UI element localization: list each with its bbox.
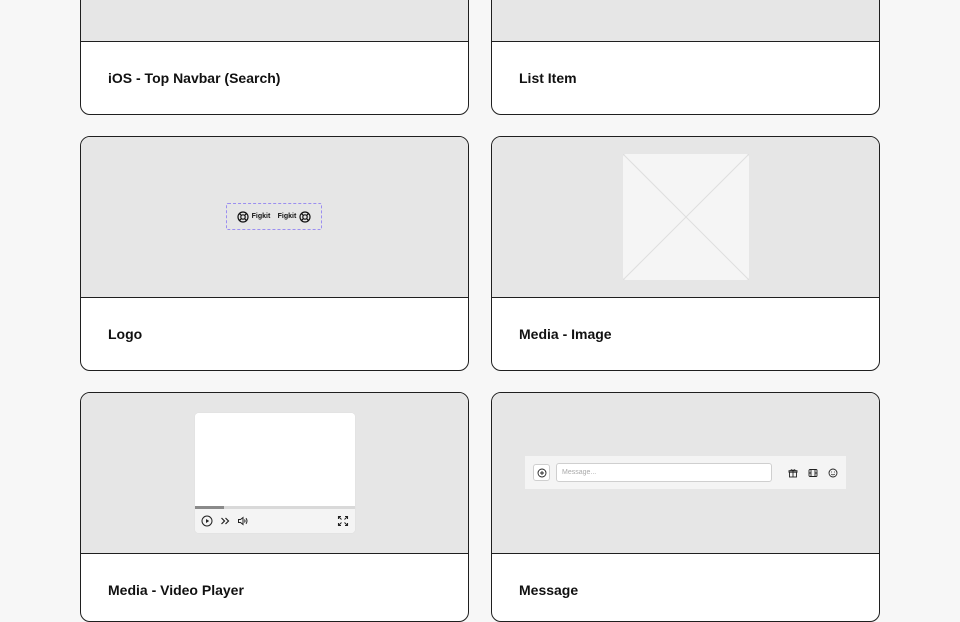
add-attachment-button[interactable] <box>533 464 550 481</box>
card-label: Media - Video Player <box>108 582 244 598</box>
message-composer <box>525 456 846 489</box>
card-ios-top-navbar-search[interactable]: iOS - Top Navbar (Search) <box>80 0 469 115</box>
video-screen[interactable] <box>195 413 355 507</box>
card-label: iOS - Top Navbar (Search) <box>108 70 281 86</box>
card-preview: Figkit Figkit <box>81 137 468 298</box>
card-list-item[interactable]: List Item <box>491 0 880 115</box>
play-icon[interactable] <box>201 515 213 527</box>
video-player[interactable] <box>195 413 355 533</box>
fullscreen-icon[interactable] <box>337 515 349 527</box>
card-preview <box>81 0 468 42</box>
card-message[interactable]: Message <box>491 392 880 622</box>
message-actions <box>788 468 838 478</box>
card-preview <box>81 393 468 554</box>
lifebuoy-icon <box>299 210 311 223</box>
video-controls <box>195 509 355 533</box>
logo-mark-left: Figkit <box>237 210 271 223</box>
film-icon[interactable] <box>808 468 818 478</box>
card-logo[interactable]: Figkit Figkit Logo <box>80 136 469 371</box>
logo-component[interactable]: Figkit Figkit <box>226 203 322 230</box>
card-media-video-player[interactable]: Media - Video Player <box>80 392 469 622</box>
card-preview <box>492 137 879 298</box>
logo-text: Figkit <box>251 213 271 220</box>
plus-circle-icon <box>537 468 546 477</box>
card-label: Logo <box>108 326 143 342</box>
card-preview <box>492 0 879 42</box>
message-input[interactable] <box>556 463 772 482</box>
card-media-image[interactable]: Media - Image <box>491 136 880 371</box>
image-placeholder-icon <box>623 154 749 280</box>
logo-text: Figkit <box>277 213 297 220</box>
lifebuoy-icon <box>237 210 249 223</box>
logo-mark-right: Figkit <box>277 210 312 223</box>
card-label: Media - Image <box>519 326 612 342</box>
image-placeholder <box>623 154 749 280</box>
card-preview <box>492 393 879 554</box>
card-label: List Item <box>519 70 577 86</box>
smiley-icon[interactable] <box>828 468 838 478</box>
fast-forward-icon[interactable] <box>219 515 231 527</box>
card-label: Message <box>519 582 579 598</box>
gift-icon[interactable] <box>788 468 798 478</box>
volume-icon[interactable] <box>237 515 249 527</box>
